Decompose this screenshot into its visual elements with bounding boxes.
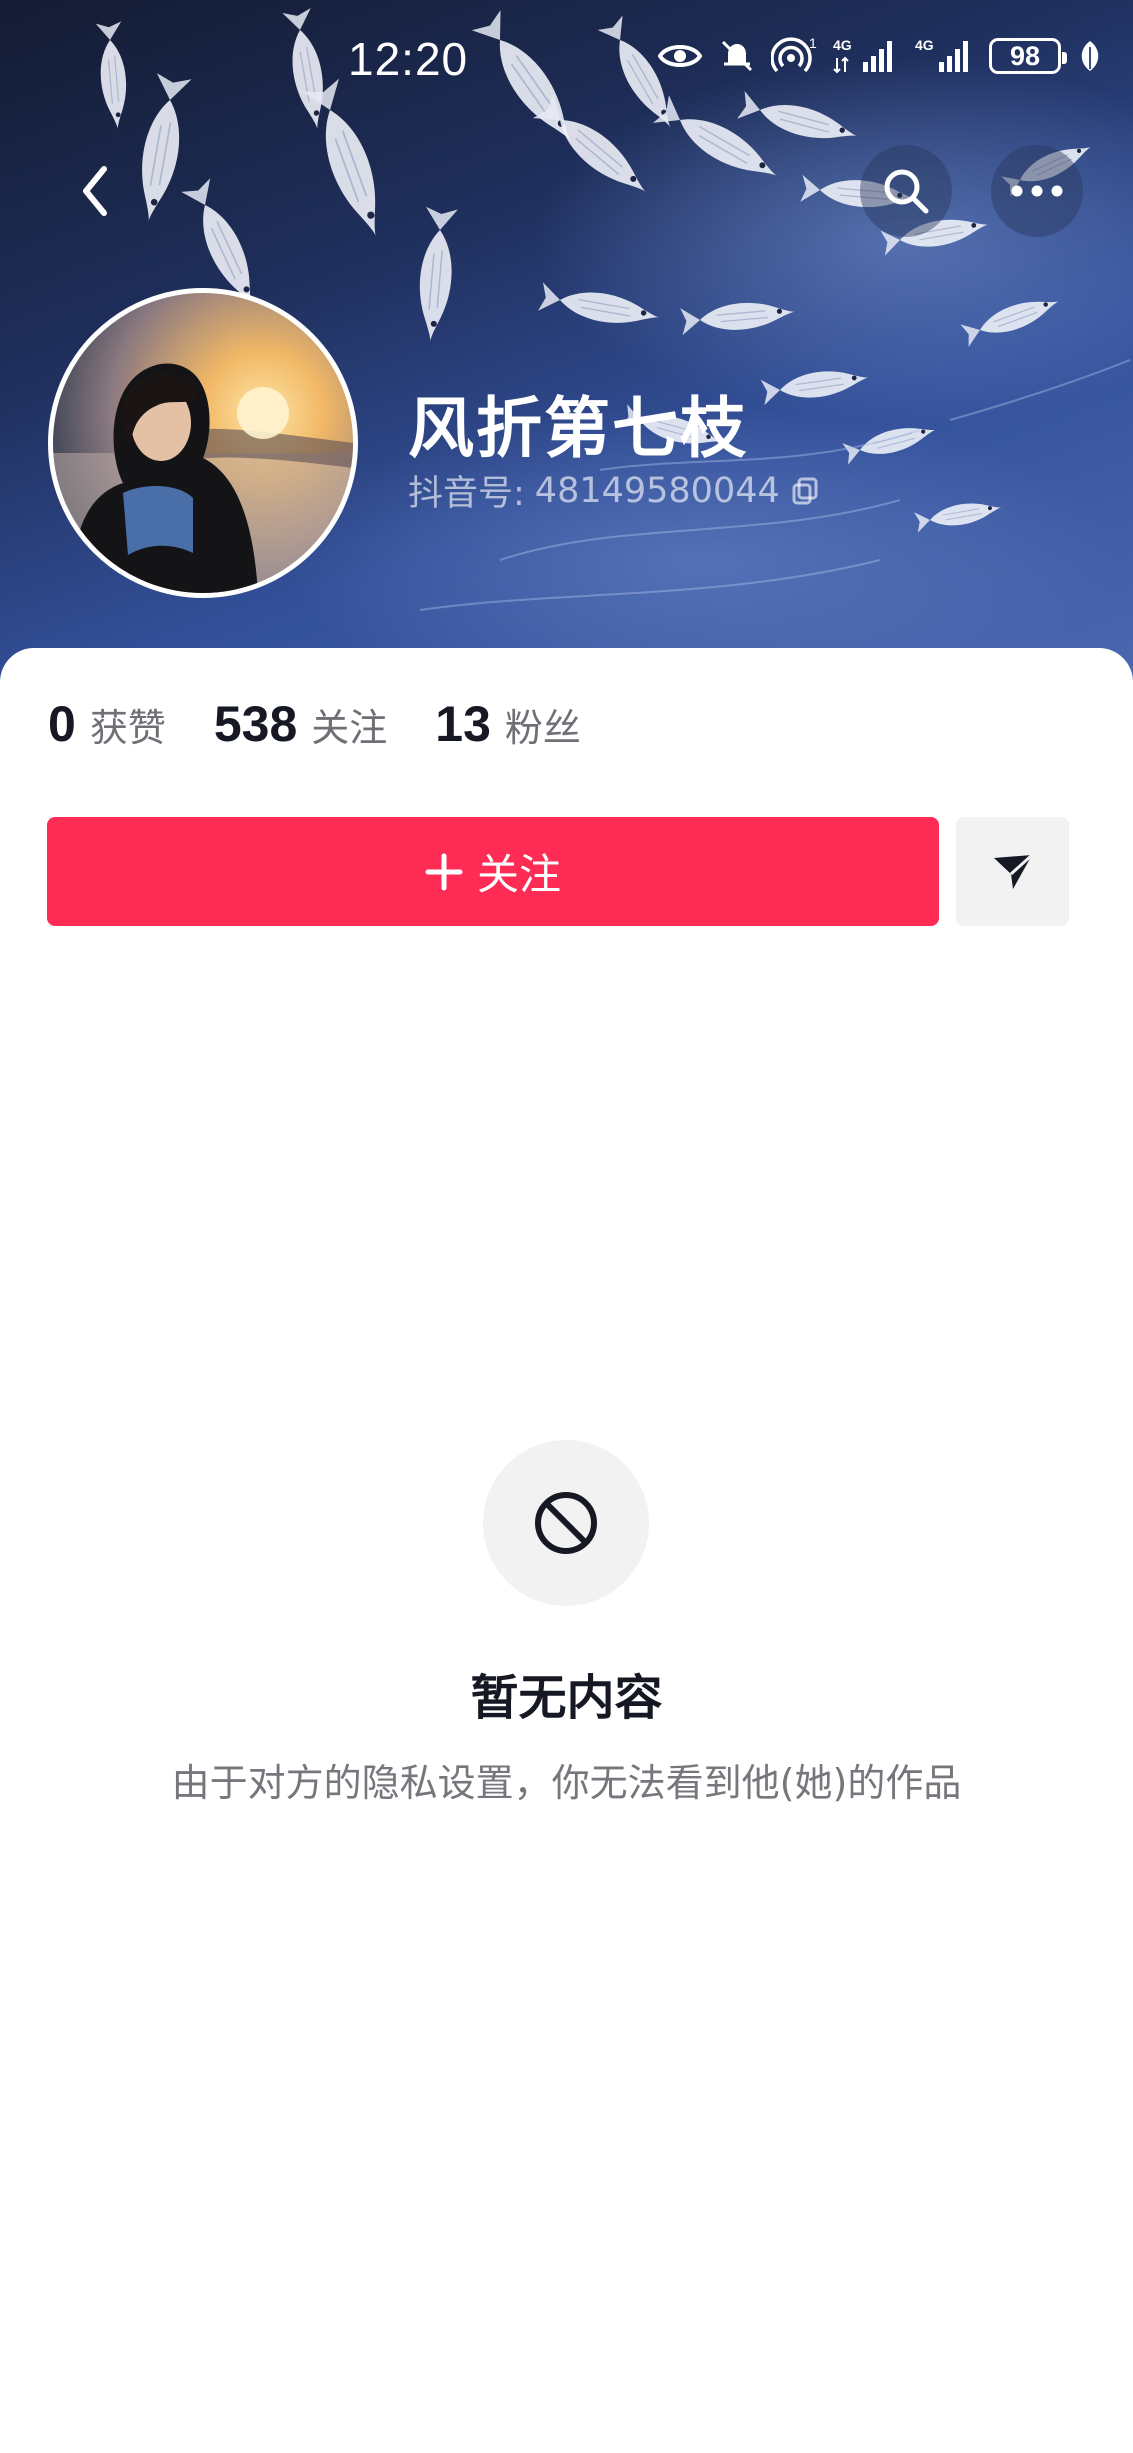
empty-state-title: 暂无内容 bbox=[470, 1670, 663, 1726]
search-button[interactable] bbox=[860, 145, 952, 237]
status-icons: 1 4G 4G 98 bbox=[657, 36, 1103, 76]
network-label-1: 4G bbox=[833, 37, 852, 53]
status-time: 12:20 bbox=[348, 33, 469, 85]
status-bar: 12:20 1 4G 4G 98 bbox=[0, 0, 1133, 125]
profile-name: 风折第七枝 bbox=[408, 390, 748, 467]
mute-bell-icon bbox=[719, 38, 755, 74]
message-button[interactable] bbox=[956, 817, 1069, 926]
send-icon bbox=[993, 853, 1033, 889]
chevron-left-icon bbox=[83, 166, 107, 216]
copy-icon[interactable] bbox=[790, 476, 820, 506]
forbidden-icon bbox=[535, 1492, 597, 1554]
stat-likes-label: 获赞 bbox=[89, 706, 166, 750]
profile-stats: 0 获赞 538 关注 13 粉丝 bbox=[48, 695, 629, 753]
follow-button[interactable]: 关注 bbox=[47, 817, 939, 926]
stat-likes-value: 0 bbox=[48, 696, 76, 752]
stat-likes[interactable]: 0 获赞 bbox=[48, 695, 166, 753]
douyin-id-row: 抖音号: 48149580044 bbox=[408, 465, 820, 516]
avatar-photo bbox=[53, 363, 353, 593]
hotspot-icon: 1 bbox=[771, 36, 817, 76]
eye-icon bbox=[657, 40, 703, 72]
plus-icon bbox=[425, 853, 463, 890]
avatar[interactable] bbox=[48, 288, 358, 598]
empty-state-subtitle: 由于对方的隐私设置，你无法看到他(她)的作品 bbox=[171, 1761, 962, 1805]
stat-followers-label: 粉丝 bbox=[504, 706, 581, 750]
stat-followers[interactable]: 13 粉丝 bbox=[435, 695, 581, 753]
battery-level: 98 bbox=[1009, 40, 1041, 71]
douyin-id-label: 抖音号: bbox=[408, 474, 525, 514]
network-label-2: 4G bbox=[915, 37, 934, 53]
stat-following[interactable]: 538 关注 bbox=[214, 695, 387, 753]
back-button[interactable] bbox=[50, 145, 142, 237]
signal-4g-icon: 4G bbox=[915, 36, 973, 76]
stat-following-value: 538 bbox=[213, 696, 298, 752]
follow-button-label: 关注 bbox=[476, 850, 561, 899]
leaf-icon bbox=[1077, 39, 1103, 73]
more-button[interactable] bbox=[991, 145, 1083, 237]
battery-icon: 98 bbox=[989, 38, 1067, 74]
stat-followers-value: 13 bbox=[435, 696, 491, 752]
signal-4g-icon: 4G bbox=[833, 36, 899, 76]
sim-index: 1 bbox=[809, 36, 817, 51]
search-icon bbox=[884, 169, 929, 214]
douyin-id-value: 48149580044 bbox=[534, 470, 780, 511]
stat-following-label: 关注 bbox=[311, 706, 388, 750]
empty-state-icon-wrap bbox=[483, 1440, 649, 1606]
more-icon bbox=[1011, 185, 1063, 197]
